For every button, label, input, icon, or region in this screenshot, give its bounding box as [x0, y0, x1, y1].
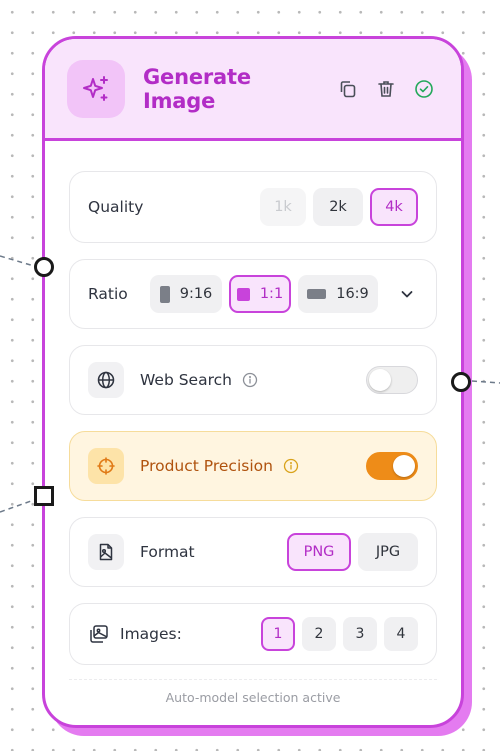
format-option-png[interactable]: PNG	[287, 533, 351, 571]
toggle-knob	[393, 455, 415, 477]
output-port-circle[interactable]	[451, 372, 471, 392]
images-option-4[interactable]: 4	[384, 617, 418, 651]
quality-label: Quality	[88, 198, 144, 216]
generate-image-node[interactable]: Generate Image Quality 1k 2k 4k Ratio 9:…	[42, 36, 464, 728]
sparkles-icon	[67, 59, 125, 118]
product-precision-row: Product Precision	[69, 431, 437, 501]
node-title: Generate Image	[143, 64, 251, 113]
square-ratio-icon	[236, 287, 250, 301]
input-port-square[interactable]	[34, 486, 54, 506]
image-file-icon	[88, 534, 124, 570]
images-label: Images:	[120, 625, 182, 643]
toggle-knob	[369, 369, 391, 391]
product-precision-toggle[interactable]	[366, 452, 418, 480]
images-row: Images: 1 2 3 4	[69, 603, 437, 665]
landscape-ratio-icon	[307, 289, 327, 299]
quality-option-1k: 1k	[260, 188, 306, 226]
info-icon[interactable]	[283, 458, 299, 474]
format-label: Format	[140, 543, 195, 561]
status-footer: Auto-model selection active	[69, 679, 437, 705]
web-search-label: Web Search	[140, 371, 232, 389]
images-option-2[interactable]: 2	[302, 617, 336, 651]
ratio-row: Ratio 9:16 1:1 16:9	[69, 259, 437, 329]
quality-row: Quality 1k 2k 4k	[69, 171, 437, 243]
ratio-option-label: 9:16	[179, 286, 213, 302]
globe-icon	[88, 362, 124, 398]
chevron-down-icon[interactable]	[392, 279, 422, 309]
images-option-1[interactable]: 1	[261, 617, 295, 651]
format-row: Format PNG JPG	[69, 517, 437, 587]
check-circle-icon[interactable]	[409, 74, 439, 104]
node-header: Generate Image	[45, 39, 461, 141]
info-icon[interactable]	[242, 372, 258, 388]
format-option-jpg[interactable]: JPG	[358, 533, 418, 571]
images-icon	[88, 623, 110, 645]
quality-option-4k[interactable]: 4k	[370, 188, 418, 226]
ratio-option-label: 16:9	[336, 286, 369, 302]
ratio-option-1-1[interactable]: 1:1	[229, 275, 291, 313]
product-precision-label: Product Precision	[140, 457, 273, 475]
input-port-circle[interactable]	[34, 257, 54, 277]
ratio-option-16-9[interactable]: 16:9	[298, 275, 378, 313]
crosshair-icon	[88, 448, 124, 484]
portrait-ratio-icon	[159, 285, 170, 303]
ratio-option-9-16[interactable]: 9:16	[150, 275, 222, 313]
quality-option-2k[interactable]: 2k	[313, 188, 363, 226]
ratio-label: Ratio	[88, 285, 128, 303]
copy-icon[interactable]	[333, 74, 363, 104]
web-search-toggle[interactable]	[366, 366, 418, 394]
web-search-row: Web Search	[69, 345, 437, 415]
ratio-option-label: 1:1	[259, 286, 284, 302]
trash-icon[interactable]	[371, 74, 401, 104]
images-option-3[interactable]: 3	[343, 617, 377, 651]
